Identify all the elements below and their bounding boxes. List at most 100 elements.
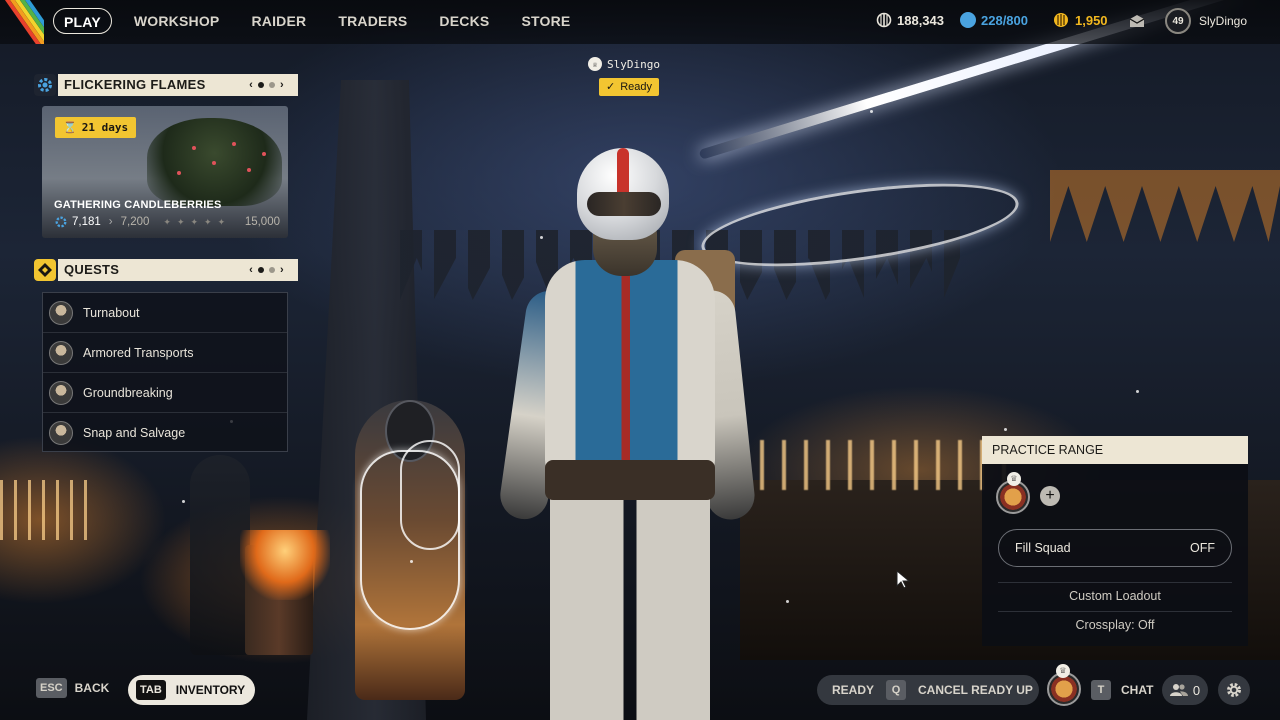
nav-workshop[interactable]: WORKSHOP: [118, 8, 236, 34]
character-belt: [545, 460, 715, 500]
pager-dot[interactable]: [258, 82, 265, 88]
ready-bar[interactable]: READY Q CANCEL READY UP: [817, 675, 1039, 705]
ready-label: READY: [832, 683, 875, 697]
ready-status-badge: ✓ Ready: [599, 78, 660, 96]
chevron-left-icon[interactable]: ‹: [249, 259, 253, 281]
quest-giver-avatar: [49, 380, 73, 405]
custom-loadout-option[interactable]: Custom Loadout: [998, 589, 1232, 603]
quest-name: Groundbreaking: [83, 385, 173, 400]
berry: [262, 152, 266, 156]
quest-giver-avatar: [49, 340, 73, 365]
quest-name: Turnabout: [83, 305, 140, 320]
inventory-label: INVENTORY: [175, 683, 246, 697]
crossplay-option[interactable]: Crossplay: Off: [998, 618, 1232, 632]
chevron-right-icon[interactable]: ›: [280, 74, 284, 96]
nav-decks[interactable]: DECKS: [423, 8, 505, 34]
chat-action[interactable]: T CHAT: [1091, 680, 1153, 700]
fill-squad-value: OFF: [1190, 541, 1215, 555]
event-timer-text: 21 days: [81, 121, 129, 134]
nav-play[interactable]: PLAY: [53, 8, 112, 34]
tab-key: TAB: [136, 680, 166, 700]
currency-raider-tokens[interactable]: 228/800: [960, 12, 1028, 28]
ready-status-text: Ready: [620, 81, 653, 93]
quest-item[interactable]: Snap and Salvage: [43, 413, 287, 453]
progress-current: 7,181: [72, 216, 101, 228]
event-panel-title: FLICKERING FLAMES: [64, 77, 206, 92]
inventory-button[interactable]: TAB INVENTORY: [128, 675, 256, 705]
event-title: GATHERING CANDLEBERRIES: [54, 199, 222, 211]
top-navigation-bar: PLAY WORKSHOP RAIDER TRADERS DECKS STORE…: [0, 0, 1280, 44]
t-key: T: [1091, 680, 1111, 700]
currency-premium[interactable]: 1,950: [1052, 12, 1108, 28]
quests-panel-title: QUESTS: [64, 262, 120, 277]
game-logo-stripes: [0, 0, 44, 44]
quest-item[interactable]: Armored Transports: [43, 333, 287, 373]
practice-range-title: PRACTICE RANGE: [982, 436, 1248, 464]
cancel-ready-label[interactable]: CANCEL READY UP: [918, 683, 1033, 697]
progress-next: 7,200: [120, 216, 150, 228]
add-squad-member-button[interactable]: +: [1040, 486, 1060, 506]
chat-label: CHAT: [1121, 683, 1154, 697]
light-garland-inner: [400, 440, 460, 550]
berry: [192, 146, 196, 150]
snow-particle: [870, 110, 873, 113]
quests-panel-header: QUESTS ‹ ›: [58, 259, 298, 281]
main-nav: PLAY WORKSHOP RAIDER TRADERS DECKS STORE: [53, 8, 586, 34]
esc-key: ESC: [36, 678, 67, 698]
nav-traders[interactable]: TRADERS: [322, 8, 423, 34]
nav-raider[interactable]: RAIDER: [235, 8, 322, 34]
event-timer-badge: ⌛ 21 days: [55, 117, 137, 138]
progress-track-icon: ✦✦✦✦✦: [163, 216, 232, 227]
fill-squad-toggle[interactable]: Fill Squad OFF: [998, 529, 1232, 567]
candles-right: [760, 440, 1020, 490]
berry: [232, 142, 236, 146]
player-level-badge: 49: [1165, 8, 1191, 34]
hourglass-icon: ⌛: [63, 121, 77, 134]
snow-particle: [410, 560, 413, 563]
pager-dot[interactable]: [269, 267, 276, 273]
mail-icon[interactable]: [1128, 13, 1146, 29]
snow-particle: [1136, 390, 1139, 393]
quest-giver-avatar: [49, 421, 73, 445]
snow-particle: [786, 600, 789, 603]
barrel-fire: [240, 530, 330, 600]
quest-item[interactable]: Groundbreaking: [43, 373, 287, 413]
currency-coins[interactable]: 188,343: [876, 12, 944, 28]
pager-dot[interactable]: [258, 267, 265, 273]
event-pager: ‹ ›: [249, 74, 284, 96]
crown-icon: ♕: [588, 57, 602, 71]
candles-left: [0, 480, 90, 540]
divider: [998, 611, 1232, 612]
nav-store[interactable]: STORE: [505, 8, 586, 34]
berry: [212, 161, 216, 165]
quest-list: Turnabout Armored Transports Groundbreak…: [42, 292, 288, 452]
player-profile[interactable]: 49 SlyDingo: [1165, 8, 1247, 34]
back-label: BACK: [74, 681, 110, 695]
quests-pager: ‹ ›: [249, 259, 284, 281]
player-name: SlyDingo: [1199, 14, 1248, 28]
pager-dot[interactable]: [269, 82, 276, 88]
chevron-right-icon[interactable]: ›: [280, 259, 284, 281]
snow-particle: [1004, 428, 1007, 431]
progress-max: 15,000: [244, 216, 280, 228]
back-action[interactable]: ESC BACK: [36, 678, 109, 698]
practice-range-panel: PRACTICE RANGE ♕ + Fill Squad OFF Custom…: [982, 436, 1248, 646]
raider-tokens-value: 228/800: [981, 12, 1028, 28]
premium-currency-icon: [1054, 13, 1068, 27]
settings-button[interactable]: [1218, 675, 1250, 705]
quest-item[interactable]: Turnabout: [43, 293, 287, 333]
berry: [247, 168, 251, 172]
nameplate-name: SlyDingo: [607, 57, 660, 71]
chevron-left-icon[interactable]: ‹: [249, 74, 253, 96]
progress-arrow-icon: ›: [108, 216, 113, 228]
divider: [998, 582, 1232, 583]
check-icon: ✓: [606, 81, 616, 93]
event-token-icon: [55, 216, 67, 228]
quest-name: Armored Transports: [83, 345, 194, 360]
character-jacket: [545, 260, 715, 480]
event-panel-header: FLICKERING FLAMES ‹ ›: [58, 74, 298, 96]
friends-button[interactable]: 0: [1162, 675, 1208, 705]
crown-icon: ♕: [1007, 472, 1021, 486]
player-nameplate: ♕ SlyDingo: [588, 57, 660, 71]
snow-particle: [182, 500, 185, 503]
